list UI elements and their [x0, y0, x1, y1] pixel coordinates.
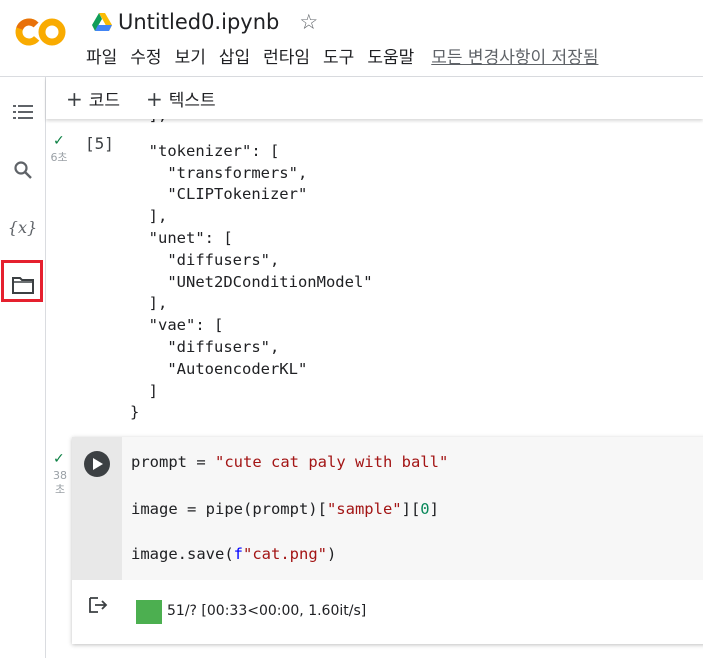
play-icon — [93, 458, 103, 470]
save-status[interactable]: 모든 변경사항이 저장됨 — [431, 43, 598, 68]
exec-time: 6초 — [50, 151, 68, 164]
title-row: Untitled0.ipynb ☆ — [92, 8, 318, 36]
menu-bar: 파일 수정 보기 삽입 런타임 도구 도움말 모든 변경사항이 저장됨 — [86, 43, 611, 68]
menu-runtime[interactable]: 런타임 — [263, 43, 310, 68]
code-token: image = pipe(prompt)[ — [131, 500, 327, 518]
output-line: "diffusers", — [130, 337, 280, 356]
code-line: image = pipe(prompt)["sample"][0] — [131, 500, 439, 518]
add-text-label: 텍스트 — [168, 91, 216, 111]
code-line: prompt = "cute cat paly with ball" — [131, 453, 448, 471]
code-token: 0 — [420, 500, 430, 518]
code-token: "cat.png" — [243, 545, 327, 563]
menu-file[interactable]: 파일 — [86, 43, 117, 68]
plus-icon: + — [146, 86, 163, 111]
exec-time: 38 — [53, 469, 67, 482]
menu-view[interactable]: 보기 — [175, 43, 206, 68]
code-token: ) — [327, 545, 337, 563]
cell-output-area: 51/? [00:33<00:00, 1.60it/s] — [72, 580, 703, 644]
output-line: "unet": [ — [130, 228, 233, 247]
code-cell[interactable]: prompt = "cute cat paly with ball" image… — [72, 437, 703, 644]
output-line: "CLIPTokenizer" — [130, 185, 308, 204]
variables-icon[interactable]: {x} — [0, 209, 45, 245]
sidebar: {x} — [0, 77, 46, 658]
check-icon: ✓ — [53, 133, 65, 149]
colab-logo[interactable] — [14, 12, 68, 52]
output-line: "tokenizer": [ — [130, 141, 280, 160]
add-code-button[interactable]: + 코드 — [66, 86, 121, 112]
output-arrow-icon[interactable] — [88, 596, 108, 614]
progress-bar — [136, 600, 162, 624]
output-line: ], — [130, 119, 168, 127]
progress-text: 51/? [00:33<00:00, 1.60it/s] — [167, 603, 367, 619]
output-line: "diffusers", — [130, 250, 280, 269]
cell-gutter — [72, 437, 122, 580]
code-line: image.save(f"cat.png") — [131, 545, 336, 563]
code-token: ] — [429, 500, 439, 518]
code-token: "cute cat paly with ball" — [215, 453, 449, 471]
menu-help[interactable]: 도움말 — [367, 43, 414, 68]
output-line: ], — [130, 207, 168, 226]
toc-icon[interactable] — [0, 94, 45, 130]
output-line: "UNet2DConditionModel" — [130, 272, 373, 291]
output-line: } — [130, 403, 140, 422]
code-token: prompt = — [131, 453, 215, 471]
check-icon: ✓ — [53, 451, 65, 467]
code-token: image.save( — [131, 545, 234, 563]
output-line: "vae": [ — [130, 316, 224, 335]
notebook-title[interactable]: Untitled0.ipynb — [118, 10, 279, 34]
code-token: f — [233, 545, 243, 563]
google-drive-icon — [92, 13, 112, 31]
code-token: ][ — [401, 500, 421, 518]
exec-time: 초 — [54, 483, 66, 496]
code-token: "sample" — [326, 500, 402, 518]
folder-highlight-box — [1, 260, 43, 302]
header: Untitled0.ipynb ☆ 파일 수정 보기 삽입 런타임 도구 도움말… — [0, 0, 703, 76]
code-editor[interactable]: prompt = "cute cat paly with ball" image… — [122, 437, 703, 580]
menu-edit[interactable]: 수정 — [130, 43, 161, 68]
menu-insert[interactable]: 삽입 — [219, 43, 250, 68]
notebook-content: ✓ 6초 [5] ], "tokenizer": [ "transformers… — [46, 119, 703, 658]
output-line: ], — [130, 294, 168, 313]
exec-count: [5] — [85, 134, 114, 153]
add-code-label: 코드 — [88, 91, 121, 111]
plus-icon: + — [66, 86, 83, 111]
cell-toolbar: + 코드 + 텍스트 — [46, 77, 703, 119]
search-icon[interactable] — [0, 152, 45, 188]
output-line: "transformers", — [130, 163, 308, 182]
run-cell-button[interactable] — [84, 451, 110, 477]
output-line: "AutoencoderKL" — [130, 359, 308, 378]
cell-output: ], "tokenizer": [ "transformers", "CLIPT… — [130, 119, 373, 424]
output-line: ] — [130, 381, 158, 400]
add-text-button[interactable]: + 텍스트 — [146, 86, 216, 112]
star-icon[interactable]: ☆ — [299, 10, 318, 34]
menu-tools[interactable]: 도구 — [323, 43, 354, 68]
